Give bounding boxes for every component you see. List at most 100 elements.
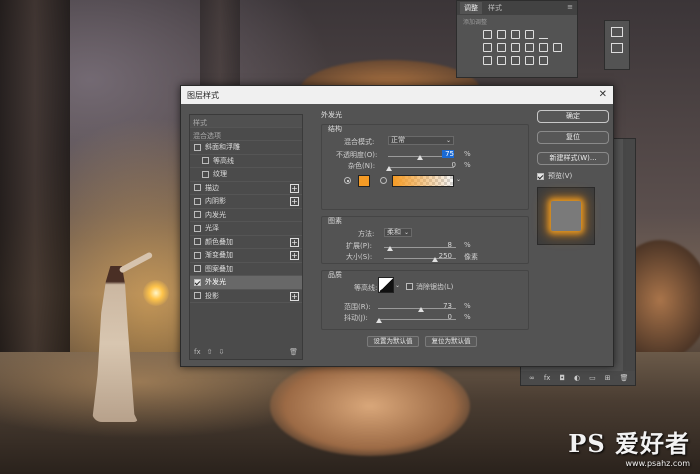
style-item-checkbox[interactable] xyxy=(194,251,201,259)
reset-button[interactable]: 复位 xyxy=(537,131,609,144)
gradient-dropdown-icon[interactable]: ⌄ xyxy=(456,176,461,183)
style-item[interactable]: 纹理 xyxy=(190,168,302,182)
add-effect-icon[interactable]: + xyxy=(290,251,299,260)
tab-styles[interactable]: 样式 xyxy=(484,2,506,14)
add-effect-icon[interactable]: + xyxy=(290,291,299,301)
link-icon[interactable]: ∞ xyxy=(529,374,535,382)
reset-default-button[interactable]: 复位为默认值 xyxy=(425,336,477,347)
trash-icon[interactable]: 🗑 xyxy=(620,374,629,382)
style-item[interactable]: 内发光 xyxy=(190,209,302,222)
new-style-button[interactable]: 新建样式(W)... xyxy=(537,152,609,165)
tree-trunk xyxy=(0,0,70,360)
style-item[interactable]: 渐变叠加 + xyxy=(190,249,302,263)
spread-value[interactable]: 8 xyxy=(438,241,452,249)
style-item-checkbox[interactable] xyxy=(202,157,209,165)
mask-icon[interactable]: ◘ xyxy=(559,374,565,382)
style-item-checkbox[interactable] xyxy=(194,238,201,246)
style-item[interactable]: 图案叠加 xyxy=(190,263,302,276)
color-radio[interactable] xyxy=(344,177,351,184)
new-layer-icon[interactable]: ⊞ xyxy=(605,374,611,382)
opacity-slider-knob[interactable] xyxy=(417,155,423,160)
style-item[interactable]: 斜面和浮雕 xyxy=(190,141,302,155)
channel-mixer-icon[interactable] xyxy=(539,43,548,52)
style-item-checkbox[interactable] xyxy=(202,170,209,178)
fx-icon[interactable]: fx xyxy=(544,374,551,382)
spread-slider-knob[interactable] xyxy=(387,246,393,251)
selective-color-icon[interactable] xyxy=(539,56,548,65)
close-icon[interactable]: ✕ xyxy=(599,89,607,100)
panel-menu-icon[interactable]: ≡ xyxy=(567,3,573,11)
style-item-checkbox[interactable] xyxy=(194,184,201,192)
layer-style-dialog: 图层样式 ✕ 样式 混合选项 斜面和浮雕 等高线 纹理 描边 + 内阴影 + 内发光 光泽 颜色叠… xyxy=(180,85,614,367)
jitter-slider-knob[interactable] xyxy=(376,318,382,323)
spread-unit: % xyxy=(464,241,471,249)
style-item-checkbox[interactable] xyxy=(194,224,201,232)
color-lookup-icon[interactable] xyxy=(553,43,562,52)
add-effect-icon[interactable]: + xyxy=(290,237,299,247)
style-item-checkbox[interactable] xyxy=(194,197,201,205)
style-item-checkbox[interactable] xyxy=(194,143,201,151)
layers-scrollbar[interactable] xyxy=(623,139,635,385)
hand-icon[interactable] xyxy=(611,27,623,37)
move-up-icon[interactable]: ⇧ xyxy=(207,348,213,356)
range-slider-knob[interactable] xyxy=(418,307,424,312)
make-default-button[interactable]: 设置为默认值 xyxy=(367,336,419,347)
method-value: 柔和 xyxy=(387,228,401,236)
add-effect-icon[interactable]: + xyxy=(290,183,299,193)
hue-saturation-icon[interactable] xyxy=(483,43,492,52)
threshold-icon[interactable] xyxy=(511,56,520,65)
adjustments-subtitle: 添加调整 xyxy=(463,19,488,26)
tab-adjustments[interactable]: 调整 xyxy=(460,2,482,14)
move-down-icon[interactable]: ⇩ xyxy=(218,348,224,356)
method-select[interactable]: 柔和 ⌄ xyxy=(384,228,412,237)
style-item-checkbox[interactable] xyxy=(194,211,201,219)
fx-icon[interactable]: fx xyxy=(194,348,201,356)
vibrance-icon[interactable] xyxy=(539,30,548,39)
black-white-icon[interactable] xyxy=(511,43,520,52)
opacity-value[interactable]: 75 xyxy=(442,150,454,158)
noise-slider-knob[interactable] xyxy=(386,166,392,171)
preview-toggle[interactable]: 预览(V) xyxy=(537,171,609,181)
girl-arm xyxy=(118,251,154,274)
glow-gradient-picker[interactable] xyxy=(392,175,454,187)
preview-checkbox[interactable] xyxy=(537,172,544,180)
glow-color-swatch[interactable] xyxy=(358,175,370,187)
range-value[interactable]: 73 xyxy=(438,302,452,310)
adjustment-icon[interactable]: ◐ xyxy=(574,374,580,382)
curves-icon[interactable] xyxy=(511,30,520,39)
folder-icon[interactable]: ▭ xyxy=(589,374,596,382)
style-item[interactable]: 描边 + xyxy=(190,182,302,195)
ok-button[interactable]: 确定 xyxy=(537,110,609,123)
add-effect-icon[interactable]: + xyxy=(290,197,299,206)
invert-icon[interactable] xyxy=(483,56,492,65)
jitter-value[interactable]: 0 xyxy=(438,313,452,321)
contour-picker[interactable] xyxy=(378,277,394,293)
style-item[interactable]: 颜色叠加 + xyxy=(190,236,302,249)
style-item-checkbox[interactable] xyxy=(194,292,201,300)
color-balance-icon[interactable] xyxy=(497,43,506,52)
style-item[interactable]: 光泽 xyxy=(190,222,302,236)
gradient-map-icon[interactable] xyxy=(525,56,534,65)
gradient-radio[interactable] xyxy=(380,177,387,184)
contour-dropdown-icon[interactable]: ⌄ xyxy=(395,282,400,289)
photo-filter-icon[interactable] xyxy=(525,43,534,52)
style-item-checkbox[interactable] xyxy=(194,278,201,286)
anti-alias-checkbox[interactable] xyxy=(406,283,413,290)
style-item-checkbox[interactable] xyxy=(194,265,201,273)
exposure-icon[interactable] xyxy=(525,30,534,39)
blending-options-item[interactable]: 混合选项 xyxy=(190,128,302,141)
trash-icon[interactable]: 🗑 xyxy=(289,348,298,356)
style-item[interactable]: 等高线 xyxy=(190,155,302,168)
brightness-icon[interactable] xyxy=(483,30,492,39)
blend-mode-select[interactable]: 正常 ⌄ xyxy=(388,136,454,145)
style-item[interactable]: 内阴影 + xyxy=(190,195,302,209)
levels-icon[interactable] xyxy=(497,30,506,39)
style-item[interactable]: 外发光 xyxy=(190,276,302,290)
size-value[interactable]: 250 xyxy=(438,252,452,260)
noise-value[interactable]: 0 xyxy=(442,161,456,169)
style-item-label: 外发光 xyxy=(205,278,226,287)
styles-header[interactable]: 样式 xyxy=(190,115,302,128)
posterize-icon[interactable] xyxy=(497,56,506,65)
style-item[interactable]: 投影 + xyxy=(190,290,302,303)
properties-icon[interactable] xyxy=(611,43,623,53)
